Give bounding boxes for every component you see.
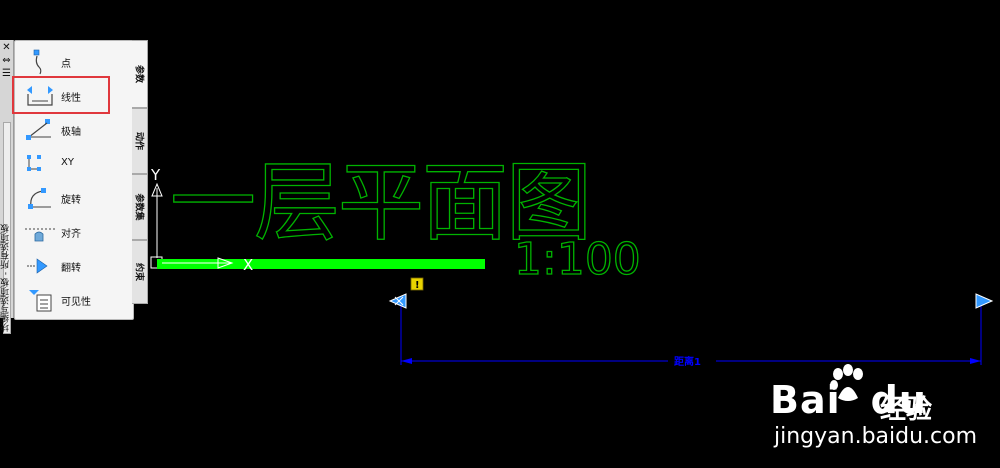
polar-param-icon	[26, 119, 51, 140]
axis-x-label: X	[243, 256, 253, 274]
auto-hide-icon[interactable]: ⇔	[1, 55, 12, 66]
tool-polar[interactable]: 极轴	[17, 115, 129, 145]
highlight-annotation	[12, 76, 110, 114]
watermark-url: jingyan.baidu.com	[774, 424, 978, 449]
palette-frame-title: 块编写选项板 - 所有选项板	[1, 224, 11, 332]
svg-text:!: !	[415, 280, 420, 291]
visibility-param-icon	[29, 290, 52, 312]
alignment-param-icon	[25, 228, 55, 242]
palette-tabs: 参数 动作 参数集 约束	[132, 40, 148, 318]
tool-rotation[interactable]: 旋转	[17, 183, 129, 213]
drawing-scale-text: 1:100	[514, 234, 641, 285]
tab-parameter-sets[interactable]: 参数集	[132, 174, 148, 240]
green-bar-line[interactable]	[157, 259, 485, 269]
rotation-param-icon	[28, 188, 51, 209]
properties-menu-icon[interactable]: ☰	[1, 68, 12, 79]
tool-flip[interactable]: 翻转	[17, 251, 129, 281]
left-grip-arrow[interactable]	[388, 293, 407, 309]
dimension-label: 距离1	[674, 355, 701, 368]
xy-param-icon	[27, 155, 41, 171]
right-grip-arrow[interactable]	[975, 293, 994, 309]
paw-icon	[830, 364, 863, 401]
tool-visibility[interactable]: 可见性	[17, 285, 129, 315]
flip-param-icon	[27, 258, 48, 274]
point-param-icon	[33, 49, 42, 75]
tab-actions[interactable]: 动作	[132, 108, 148, 174]
tab-parameters[interactable]: 参数	[132, 40, 148, 108]
tool-xy[interactable]: XY	[17, 149, 129, 179]
tool-point[interactable]: 点	[17, 47, 129, 77]
baidu-jingyan-text: 经验	[880, 395, 933, 425]
linear-parameter-dimension[interactable]: 距离1	[400, 305, 982, 368]
ucs-icon: Y	[150, 166, 163, 269]
tool-alignment[interactable]: 对齐	[17, 217, 129, 247]
axis-y-label: Y	[150, 166, 161, 184]
tab-constraints[interactable]: 约束	[132, 240, 148, 304]
close-icon[interactable]: ✕	[1, 42, 12, 53]
